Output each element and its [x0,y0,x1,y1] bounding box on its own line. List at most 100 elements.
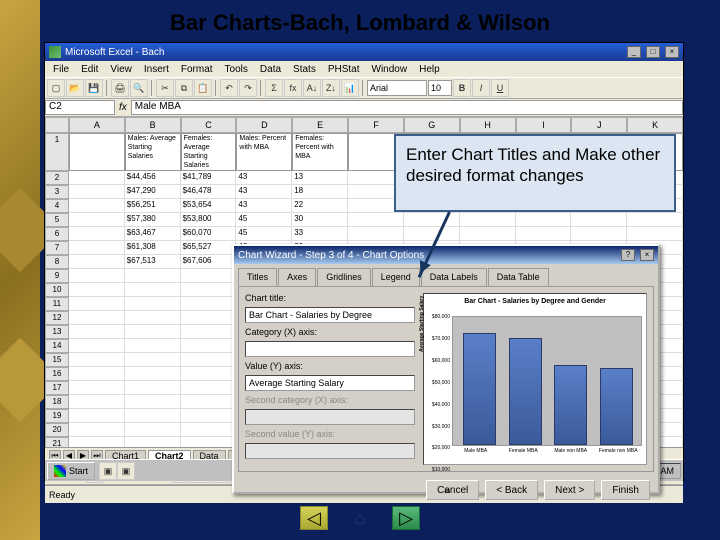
cell[interactable] [69,409,125,423]
cell[interactable] [125,423,181,437]
cell[interactable]: $57,380 [125,213,181,227]
cell[interactable] [69,297,125,311]
cell[interactable] [125,409,181,423]
cell[interactable]: 43 [236,199,292,213]
name-box[interactable]: C2 [45,100,115,115]
cell[interactable] [69,311,125,325]
preview-icon[interactable]: 🔍 [130,79,148,97]
wizard-tab-gridlines[interactable]: Gridlines [317,268,371,286]
cell[interactable] [125,311,181,325]
menu-view[interactable]: View [104,64,138,75]
row-header[interactable]: 12 [45,311,69,325]
row-header[interactable]: 21 [45,437,69,447]
cell[interactable]: 18 [292,185,348,199]
cell[interactable]: $63,467 [125,227,181,241]
row-header[interactable]: 11 [45,297,69,311]
cell[interactable]: 45 [236,227,292,241]
cell[interactable]: $46,478 [181,185,237,199]
redo-icon[interactable]: ↷ [239,79,257,97]
maximize-button[interactable]: □ [646,46,660,58]
row-header[interactable]: 20 [45,423,69,437]
cell[interactable]: 43 [236,171,292,185]
new-icon[interactable]: ▢ [47,79,65,97]
formula-input[interactable]: Male MBA [131,100,683,115]
taskbar-app-icon[interactable]: ▣ [117,462,135,480]
next-button[interactable]: Next > [544,480,595,500]
cell[interactable]: $60,070 [181,227,237,241]
row-header[interactable]: 4 [45,199,69,213]
chart-icon[interactable]: 📊 [341,79,359,97]
row-header[interactable]: 19 [45,409,69,423]
row-header[interactable]: 13 [45,325,69,339]
cell[interactable] [181,283,237,297]
col-header[interactable]: D [236,117,292,133]
cell[interactable]: 43 [236,185,292,199]
cell[interactable] [69,339,125,353]
col-header[interactable]: I [516,117,572,133]
fx-icon[interactable]: fx [284,79,302,97]
cell[interactable]: 22 [292,199,348,213]
chart-title-input[interactable] [245,307,415,323]
cell[interactable]: $47,290 [125,185,181,199]
col-header[interactable]: B [125,117,181,133]
taskbar-app-icon[interactable]: ▣ [99,462,117,480]
col-header[interactable]: J [571,117,627,133]
row-header[interactable]: 17 [45,381,69,395]
save-icon[interactable]: 💾 [85,79,103,97]
cell-header[interactable]: Males: Percent with MBA [236,133,292,171]
cell[interactable] [69,423,125,437]
wizard-close-button[interactable]: × [640,249,654,261]
cell[interactable] [125,381,181,395]
cell[interactable]: $65,527 [181,241,237,255]
cell[interactable] [69,437,125,447]
cell[interactable] [69,269,125,283]
row-header[interactable]: 5 [45,213,69,227]
value-y-input[interactable] [245,375,415,391]
cell[interactable] [125,437,181,447]
cell[interactable] [404,227,460,241]
copy-icon[interactable]: ⧉ [175,79,193,97]
menu-data[interactable]: Data [254,64,287,75]
row-header[interactable]: 14 [45,339,69,353]
wizard-tab-titles[interactable]: Titles [238,268,277,286]
home-slide-icon[interactable]: ⌂ [346,506,374,530]
close-button[interactable]: × [665,46,679,58]
undo-icon[interactable]: ↶ [220,79,238,97]
cell[interactable] [125,367,181,381]
cell[interactable] [181,367,237,381]
sort-asc-icon[interactable]: A↓ [303,79,321,97]
cell[interactable] [181,395,237,409]
cell[interactable] [125,297,181,311]
menu-phstat[interactable]: PHStat [322,64,366,75]
wizard-tab-legend[interactable]: Legend [372,268,420,286]
cell[interactable] [69,325,125,339]
cell[interactable] [69,381,125,395]
wizard-tab-datatable[interactable]: Data Table [488,268,549,286]
cell[interactable] [181,269,237,283]
font-combo[interactable]: Arial [367,80,427,96]
row-header[interactable]: 1 [45,133,69,171]
menu-format[interactable]: Format [175,64,219,75]
row-header[interactable]: 6 [45,227,69,241]
cell[interactable]: $67,513 [125,255,181,269]
cell[interactable]: 13 [292,171,348,185]
cell-header[interactable]: Females: Average Starting Salaries [181,133,237,171]
menu-stats[interactable]: Stats [287,64,322,75]
print-icon[interactable]: 🖨 [111,79,129,97]
row-header[interactable]: 9 [45,269,69,283]
category-x-input[interactable] [245,341,415,357]
row-header[interactable]: 18 [45,395,69,409]
sort-desc-icon[interactable]: Z↓ [322,79,340,97]
cell-header[interactable]: Males: Average Starting Salaries [125,133,181,171]
cut-icon[interactable]: ✂ [156,79,174,97]
start-button[interactable]: Start [47,462,95,480]
row-header[interactable]: 7 [45,241,69,255]
open-icon[interactable]: 📂 [66,79,84,97]
col-header[interactable]: A [69,117,125,133]
cell[interactable] [69,395,125,409]
menu-insert[interactable]: Insert [138,64,175,75]
select-all-corner[interactable] [45,117,69,133]
cell[interactable] [404,213,460,227]
cell[interactable] [181,381,237,395]
cell[interactable] [181,353,237,367]
